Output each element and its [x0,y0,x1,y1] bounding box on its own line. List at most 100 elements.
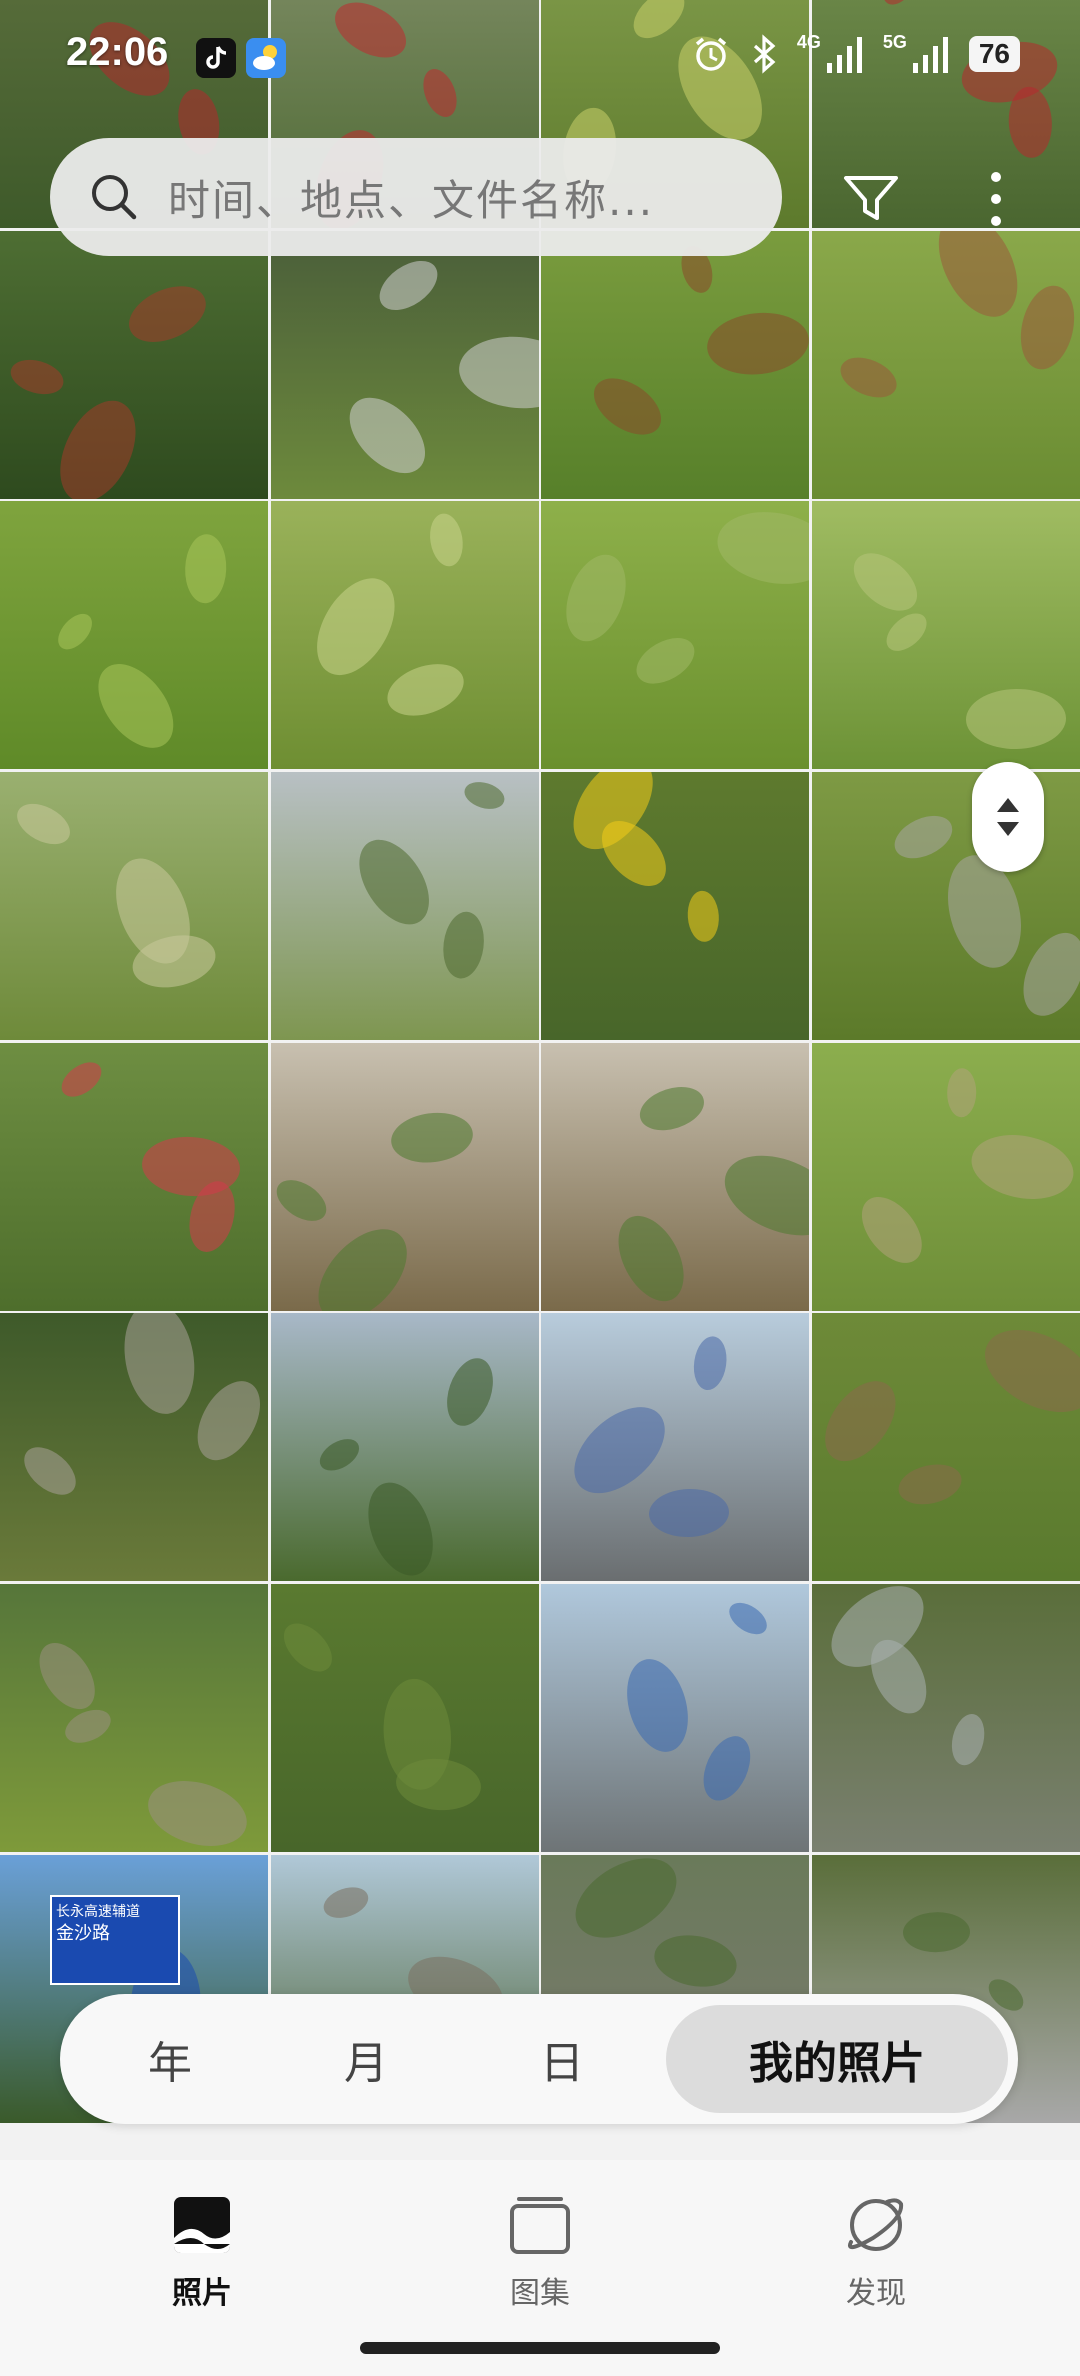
nav-photos-label: 照片 [172,2276,232,2311]
photo-texture [335,383,439,487]
photo-texture [584,366,672,446]
photo-texture [51,607,99,656]
time-view-switcher: 年 月 日 我的照片 [60,1994,1018,2124]
photo-texture [55,1054,108,1104]
photo-thumbnail[interactable] [0,1313,268,1582]
tiktok-icon [196,38,236,78]
nav-discover[interactable]: 发现 [776,2194,976,2312]
signal-4g-icon [826,37,862,73]
status-bar: 22:06 4G 5G 76 [0,0,1080,110]
photo-texture [843,542,928,623]
photo-texture [27,1633,107,1720]
photo-texture [380,654,471,726]
photo-texture [183,533,228,605]
photo-thumbnail[interactable] [541,1313,810,1582]
photo-thumbnail[interactable] [541,1042,810,1311]
photo-texture [274,1614,341,1681]
photo-thumbnail[interactable] [0,771,268,1040]
photo-texture [650,1928,742,1993]
photo-texture [634,1079,710,1138]
photo-texture [888,807,959,867]
status-time: 22:06 [66,30,169,74]
search-icon [92,175,137,220]
photo-texture [713,1139,810,1251]
photo-thumbnail[interactable] [811,501,1080,770]
photo-texture [387,1107,476,1167]
road-sign-line2: 金沙路 [56,1922,110,1944]
alarm-icon [695,37,726,71]
photo-thumbnail[interactable] [270,501,539,770]
photo-texture [460,777,508,814]
road-sign-line1: 长永高速辅道 [56,1903,140,1920]
view-month-tab[interactable]: 月 [296,2005,436,2113]
more-dot-icon [991,194,1001,204]
photo-thumbnail[interactable] [270,771,539,1040]
more-options-button[interactable] [976,166,1016,232]
photo-texture [270,1171,334,1229]
signal-4g-label: 4G [796,31,821,52]
photo-thumbnail[interactable] [270,230,539,499]
view-day-tab[interactable]: 日 [492,2005,632,2113]
photo-thumbnail[interactable] [0,501,268,770]
photo-texture [10,795,77,853]
photo-texture [629,629,703,694]
photo-texture [301,565,411,689]
photo-thumbnail[interactable] [270,1583,539,1852]
photo-texture [902,1911,971,1953]
photo-texture [60,1703,116,1750]
signal-5g-icon [912,37,948,73]
photo-thumbnail[interactable] [0,1042,268,1311]
photo-thumbnail[interactable] [541,1583,810,1852]
home-indicator[interactable] [360,2342,720,2354]
photo-thumbnail[interactable] [811,230,1080,499]
photo-texture [140,1770,255,1852]
photo-texture [834,349,903,406]
photo-thumbnail[interactable] [270,1042,539,1311]
photo-texture [1013,280,1080,375]
photo-texture [648,1487,731,1539]
photo-texture [558,1390,682,1511]
nav-discover-label: 发现 [846,2276,906,2311]
filter-button[interactable] [838,166,904,232]
photo-texture [314,1433,365,1478]
photo-texture [894,1458,966,1511]
photo-thumbnail[interactable] [541,771,810,1040]
photo-texture [301,1212,424,1311]
photo-texture [946,1710,990,1769]
photo-thumbnail[interactable] [811,1042,1080,1311]
photo-thumbnail[interactable] [0,230,268,499]
photo-texture [1011,923,1080,1026]
more-dot-icon [991,172,1001,182]
photo-texture [555,546,638,650]
more-dot-icon [991,216,1001,226]
nav-photos[interactable]: 照片 [102,2194,302,2312]
view-year-tab[interactable]: 年 [100,2005,240,2113]
photo-texture [723,1596,773,1641]
photo-texture [946,1067,977,1118]
photo-thumbnail[interactable] [541,230,810,499]
photo-thumbnail[interactable] [0,1583,268,1852]
photo-texture [971,1313,1080,1430]
photo-texture [704,307,810,380]
photo-texture [455,331,539,413]
photo-texture [690,1334,731,1393]
albums-icon [510,2197,570,2254]
photo-texture [850,1185,934,1274]
photo-texture [605,1204,698,1311]
fast-scroll-handle[interactable] [972,762,1044,872]
photo-texture [120,275,215,353]
photo-texture [319,1881,372,1923]
photo-thumbnail[interactable] [541,501,810,770]
photo-thumbnail[interactable] [270,1313,539,1582]
photo-texture [965,688,1067,751]
nav-albums[interactable]: 图集 [440,2194,640,2312]
photo-texture [922,230,1034,330]
photo-texture [879,606,934,659]
weather-icon [246,38,286,78]
view-my-photos-tab[interactable]: 我的照片 [666,2005,1008,2113]
photo-thumbnail[interactable] [811,1313,1080,1582]
photo-texture [712,503,810,593]
photo-texture [426,511,467,569]
search-input[interactable]: 时间、地点、文件名称... [50,138,782,256]
photo-thumbnail[interactable] [811,1583,1080,1852]
